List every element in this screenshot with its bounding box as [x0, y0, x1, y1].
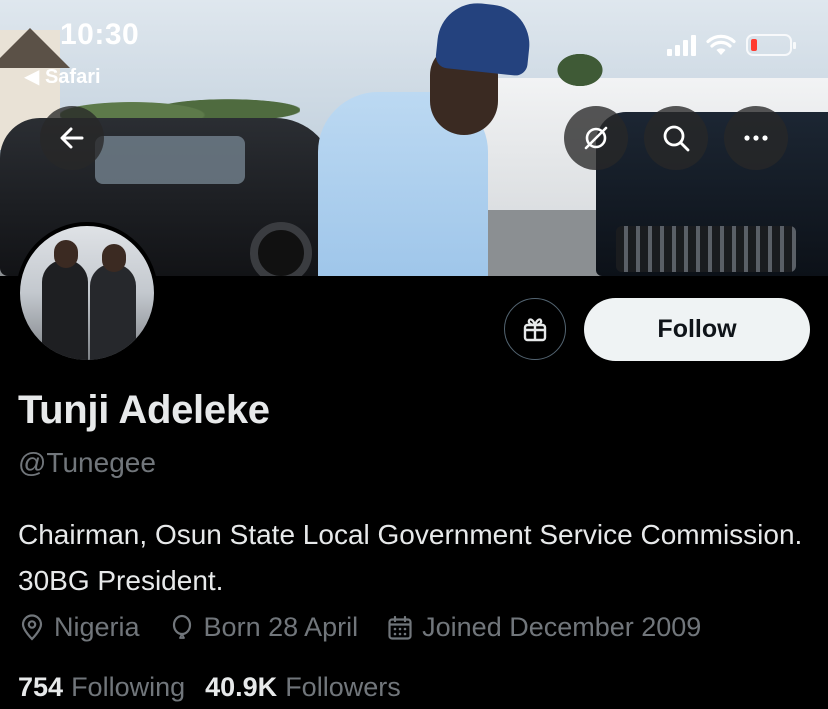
wifi-icon [706, 34, 736, 55]
balloon-icon [172, 614, 191, 639]
more-icon [744, 135, 768, 141]
banner-wheel [250, 222, 312, 276]
joined-text: Joined December 2009 [422, 612, 702, 642]
back-triangle-icon: ◀ [24, 66, 40, 88]
gift-button[interactable] [504, 298, 566, 360]
joined-item: Joined December 2009 [386, 612, 701, 643]
calendar-icon [388, 615, 412, 640]
back-to-app-link[interactable]: ◀ Safari [24, 64, 101, 89]
battery-level [751, 39, 757, 51]
profile-bio: Chairman, Osun State Local Government Se… [18, 519, 803, 596]
link-off-icon [584, 126, 608, 150]
followers-count[interactable]: 40.9K [205, 672, 277, 703]
followers-label[interactable]: Followers [285, 672, 401, 703]
more-button[interactable] [724, 106, 788, 170]
search-button[interactable] [644, 106, 708, 170]
search-icon [663, 125, 690, 152]
status-icons [667, 34, 796, 56]
location-text: Nigeria [54, 612, 140, 642]
following-count[interactable]: 754 [18, 672, 63, 703]
banner-car-window [95, 136, 245, 184]
gift-icon [523, 318, 547, 342]
location-item: Nigeria [18, 612, 140, 643]
location-pin-icon [21, 613, 43, 641]
cellular-signal-icon [667, 34, 696, 56]
banner-car-grille [616, 226, 796, 272]
avatar-person-right [90, 264, 136, 360]
banner-palm [545, 45, 615, 95]
birthday-text: Born 28 April [203, 612, 359, 642]
back-app-label: Safari [44, 66, 101, 88]
birthday-item: Born 28 April [168, 612, 359, 643]
follow-button[interactable]: Follow [584, 298, 810, 361]
translate-button[interactable] [564, 106, 628, 170]
profile-handle: @Tunegee [18, 447, 156, 478]
back-button[interactable] [40, 106, 104, 170]
avatar-person-left [42, 260, 88, 360]
status-time: 10:30 [60, 18, 140, 51]
avatar-head-right [102, 244, 126, 272]
profile-name: Tunji Adeleke [18, 388, 270, 432]
following-label[interactable]: Following [71, 672, 185, 703]
back-arrow-icon [60, 127, 84, 149]
profile-stats: 754 Following 40.9K Followers [18, 672, 421, 703]
avatar-head-left [54, 240, 78, 268]
profile-meta: Nigeria Born 28 April Joined December 20… [18, 612, 701, 643]
avatar[interactable] [16, 222, 158, 364]
battery-icon [746, 34, 796, 56]
